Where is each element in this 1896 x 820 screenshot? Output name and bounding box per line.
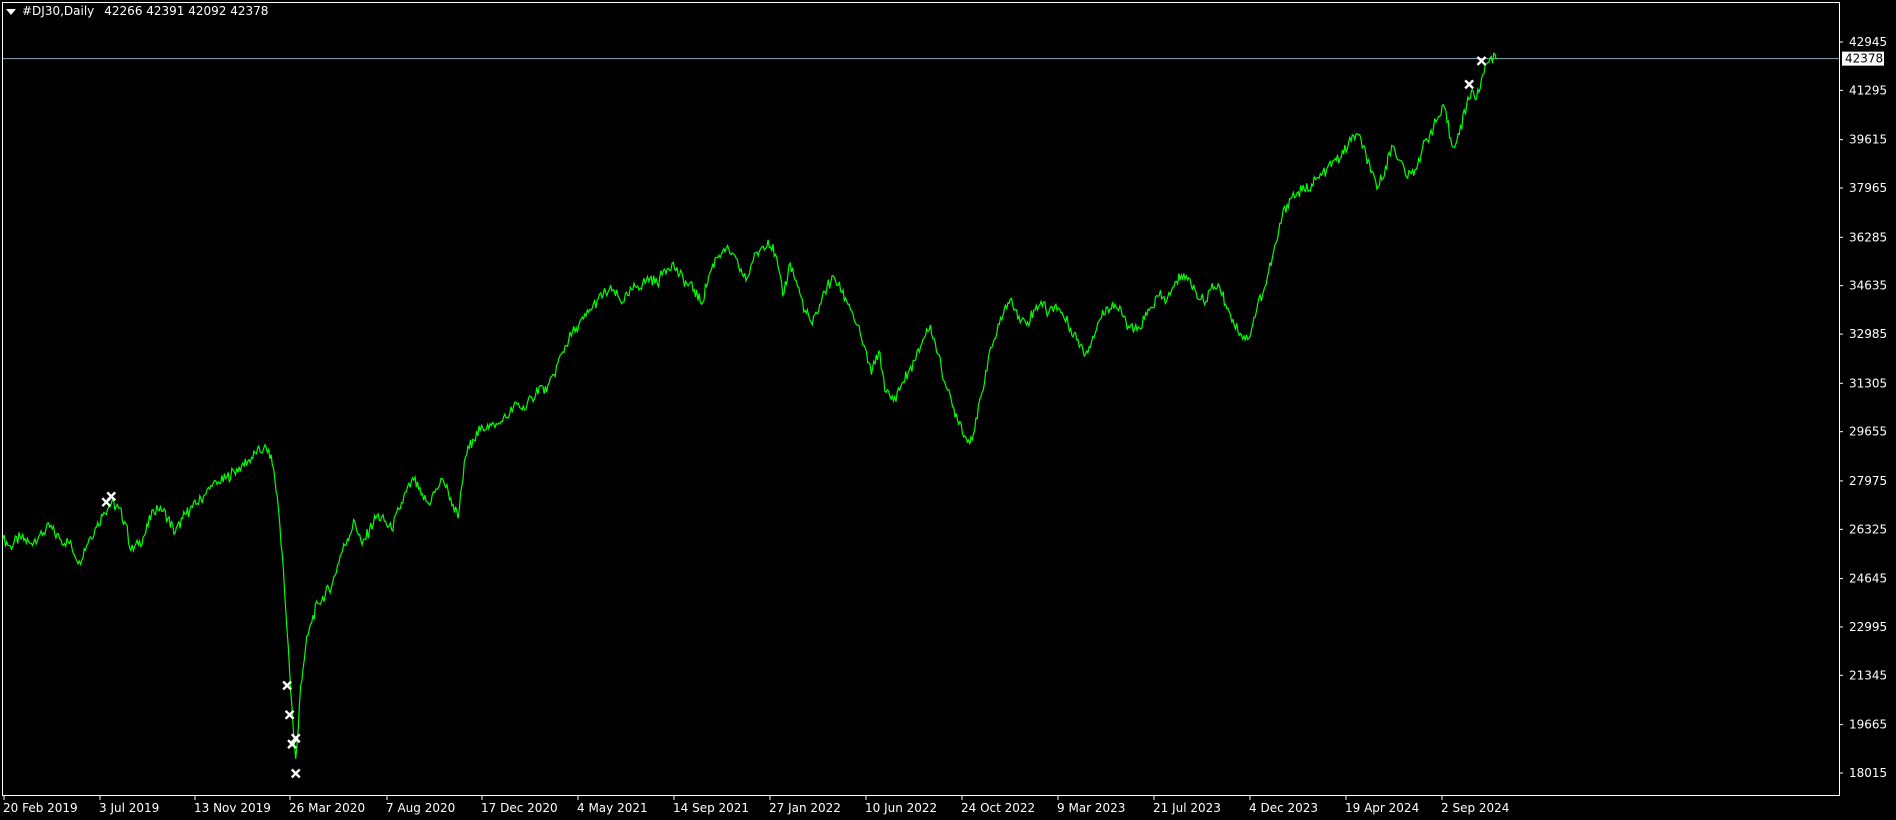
y-tick-label: 42945 [1849,35,1887,49]
x-tick-label: 7 Aug 2020 [386,801,455,815]
x-tick-label: 3 Jul 2019 [99,801,159,815]
x-tick-label: 24 Oct 2022 [961,801,1035,815]
chart-canvas[interactable]: 42945 41295 39615 37965 36285 34635 32985 31305… [0,0,1896,820]
dropdown-arrow-icon[interactable] [6,8,16,15]
chart-window[interactable]: 42945 41295 39615 37965 36285 34635 32985 31305… [0,0,1896,820]
x-tick-label: 10 Jun 2022 [865,801,937,815]
y-tick-label: 39615 [1849,133,1887,147]
y-tick-label: 21345 [1849,668,1887,682]
x-tick-label: 20 Feb 2019 [3,801,78,815]
chart-header: #DJ30,Daily 42266 42391 42092 42378 [6,4,268,18]
y-tick-label: 32985 [1849,327,1887,341]
y-tick-label: 41295 [1849,83,1887,97]
y-tick-label: 34635 [1849,279,1887,293]
y-tick-label: 18015 [1849,766,1887,780]
x-tick-label: 27 Jan 2022 [769,801,841,815]
chart-background [0,0,1896,820]
y-tick-label: 26325 [1849,522,1887,536]
x-tick-label: 26 Mar 2020 [289,801,365,815]
y-tick-label: 22995 [1849,620,1887,634]
symbol-timeframe: #DJ30,Daily [22,4,95,18]
x-tick-label: 4 May 2021 [577,801,648,815]
ohlc-values: 42266 42391 42092 42378 [104,4,269,18]
x-tick-label: 2 Sep 2024 [1441,801,1509,815]
y-tick-label: 37965 [1849,181,1887,195]
current-price-label: 42378 [1842,51,1884,66]
x-tick-label: 4 Dec 2023 [1249,801,1318,815]
x-tick-label: 14 Sep 2021 [673,801,749,815]
x-tick-label: 13 Nov 2019 [194,801,271,815]
x-tick-label: 21 Jul 2023 [1153,801,1221,815]
y-tick-label: 31305 [1849,376,1887,390]
y-tick-label: 19665 [1849,718,1887,732]
y-tick-label: 27975 [1849,474,1887,488]
x-tick-label: 17 Dec 2020 [481,801,558,815]
x-tick-label: 9 Mar 2023 [1057,801,1125,815]
x-tick-label: 19 Apr 2024 [1345,801,1419,815]
y-tick-label: 29655 [1849,425,1887,439]
current-price-text: 42378 [1845,52,1883,66]
y-tick-label: 36285 [1849,230,1887,244]
y-tick-label: 24645 [1849,572,1887,586]
